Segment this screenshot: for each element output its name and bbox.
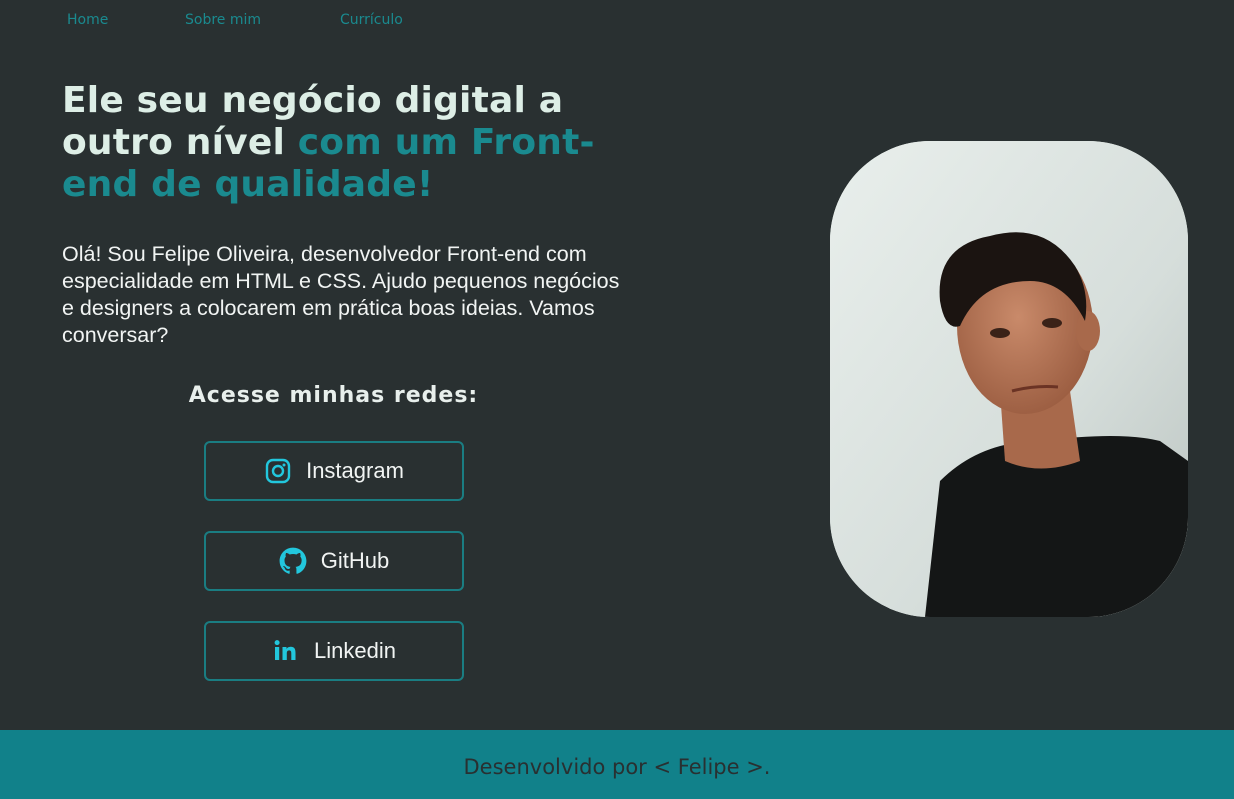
hero-headline: Ele seu negócio digital a outro nível co… bbox=[62, 80, 662, 206]
nav-home-link[interactable]: Home bbox=[67, 12, 185, 28]
github-icon bbox=[279, 547, 307, 575]
footer: Desenvolvido por < Felipe >. bbox=[0, 730, 1234, 799]
profile-photo bbox=[830, 141, 1188, 617]
linkedin-icon bbox=[272, 637, 300, 665]
github-button[interactable]: GitHub bbox=[204, 531, 464, 591]
instagram-label: Instagram bbox=[306, 458, 404, 483]
social-section-title: Acesse minhas redes: bbox=[188, 383, 479, 408]
intro-paragraph: Olá! Sou Felipe Oliveira, desenvolvedor … bbox=[62, 242, 620, 347]
top-nav: Home Sobre mim Currículo bbox=[67, 12, 403, 28]
instagram-button[interactable]: Instagram bbox=[204, 441, 464, 501]
page: Home Sobre mim Currículo Ele seu negócio… bbox=[0, 0, 1234, 799]
nav-about-link[interactable]: Sobre mim bbox=[185, 12, 340, 28]
footer-text: Desenvolvido por < Felipe >. bbox=[463, 754, 771, 779]
linkedin-button[interactable]: Linkedin bbox=[204, 621, 464, 681]
github-label: GitHub bbox=[320, 548, 390, 573]
nav-resume-link[interactable]: Currículo bbox=[340, 12, 403, 28]
linkedin-label: Linkedin bbox=[314, 638, 396, 663]
instagram-icon bbox=[264, 457, 292, 485]
